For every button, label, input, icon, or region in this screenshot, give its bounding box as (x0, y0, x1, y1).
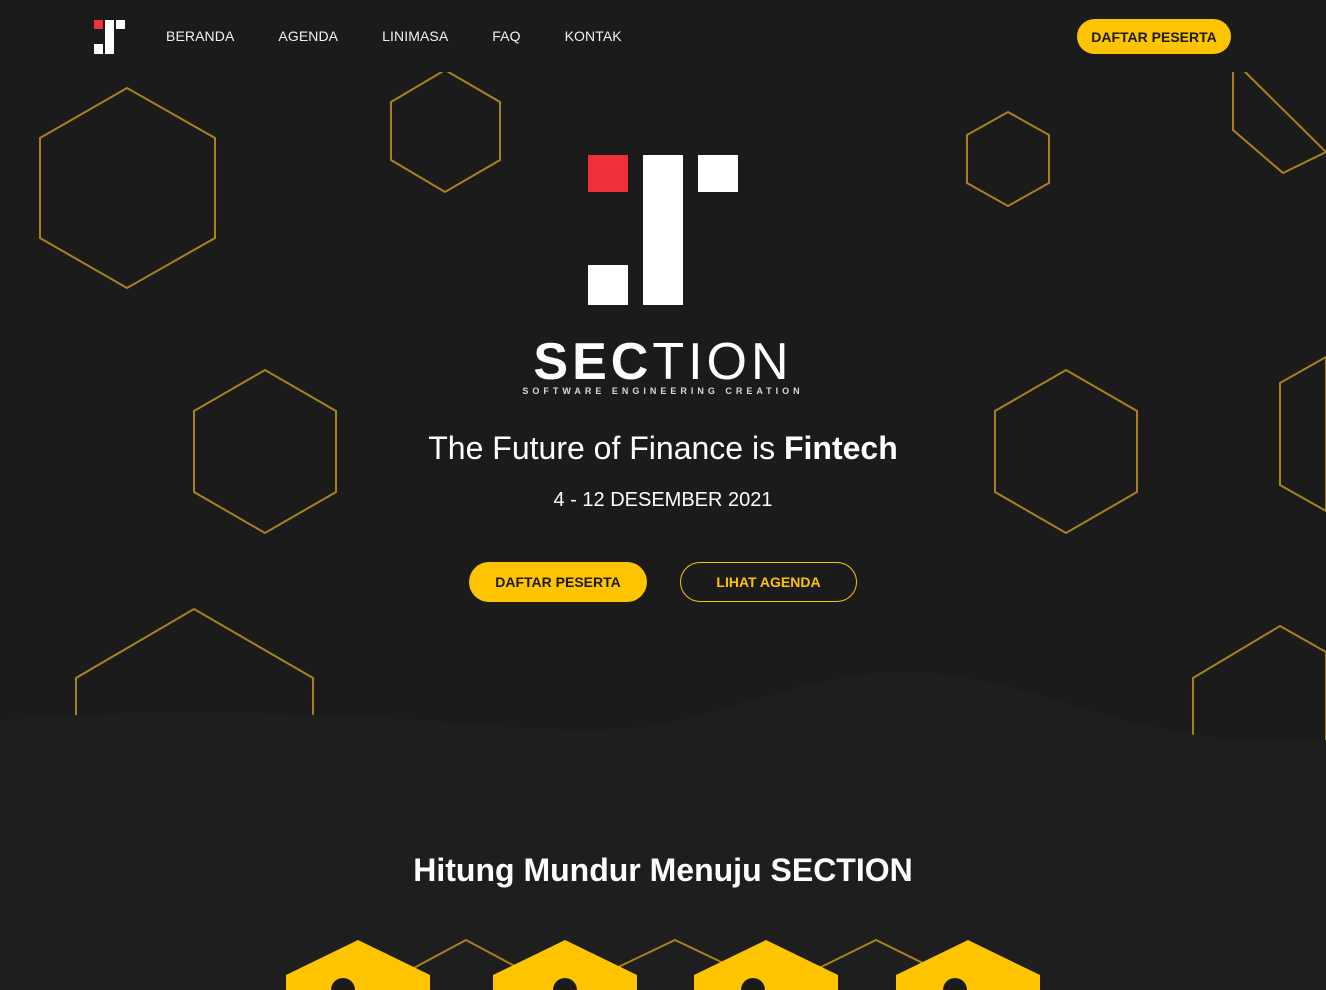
countdown-hexagons (286, 938, 1040, 990)
countdown-title: Hitung Mundur Menuju SECTION (413, 852, 913, 888)
brand-thin: TION (652, 333, 793, 391)
register-button[interactable]: DAFTAR PESERTA (469, 562, 647, 602)
hexagon-shape (966, 110, 1050, 208)
brand-tagline: SOFTWARE ENGINEERING CREATION (522, 386, 804, 396)
brand-wordmark: SECTION (0, 336, 1326, 388)
nav-links: BERANDA AGENDA LINIMASA FAQ KONTAK (166, 0, 666, 72)
brand-bold: SEC (533, 333, 653, 391)
nav-link-agenda[interactable]: AGENDA (278, 28, 338, 44)
nav-link-beranda[interactable]: BERANDA (166, 28, 234, 44)
headline-emphasis: Fintech (783, 430, 898, 466)
nav-register-button[interactable]: DAFTAR PESERTA (1077, 19, 1231, 54)
hexagon-connector (409, 938, 523, 971)
event-date: 4 - 12 DESEMBER 2021 (553, 489, 773, 511)
hexagon-shape (390, 68, 501, 194)
nav-link-linimasa[interactable]: LINIMASA (382, 28, 448, 44)
hexagon-shape (39, 86, 216, 290)
headline-prefix: The Future of Finance is (428, 430, 784, 466)
page: BERANDA AGENDA LINIMASA FAQ KONTAK DAFTA… (0, 0, 1326, 990)
hero-headline: The Future of Finance is Fintech (0, 428, 1326, 468)
navbar: BERANDA AGENDA LINIMASA FAQ KONTAK DAFTA… (0, 0, 1326, 72)
nav-link-kontak[interactable]: KONTAK (565, 28, 622, 44)
section-big-logo (588, 155, 738, 305)
countdown-days-hexagon (286, 940, 430, 990)
countdown-seconds-hexagon (896, 940, 1040, 990)
countdown-minutes-hexagon (694, 940, 838, 990)
view-agenda-button[interactable]: LIHAT AGENDA (680, 562, 857, 602)
section-logo-icon[interactable] (94, 20, 128, 54)
wave-divider (0, 671, 1326, 800)
nav-link-faq[interactable]: FAQ (492, 28, 520, 44)
hexagon-shape (1232, 57, 1326, 175)
